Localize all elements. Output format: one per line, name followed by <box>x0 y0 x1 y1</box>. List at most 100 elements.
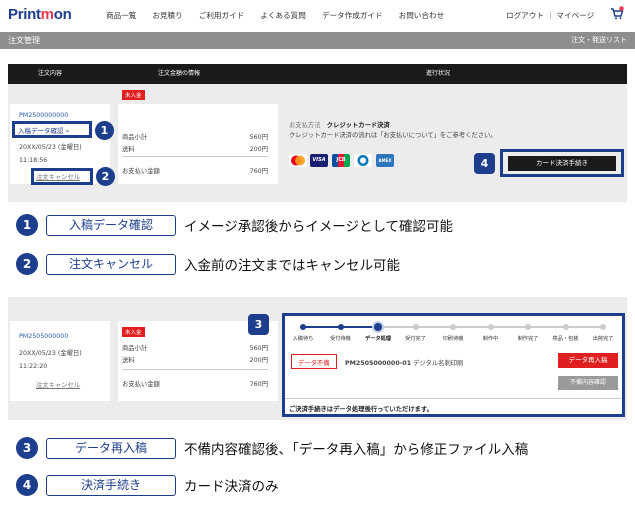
progress-step-dot <box>450 323 456 330</box>
subtotal-label: 商品小計 <box>122 345 148 352</box>
progress-step-label: 受付待機 <box>330 336 351 342</box>
order-date: 20XX/05/23 (金曜日) <box>19 144 82 151</box>
progress-line <box>528 326 566 328</box>
order-time: 11:22:20 <box>19 363 48 370</box>
legend-number: 1 <box>16 214 38 236</box>
legend-number: 4 <box>16 474 38 496</box>
cart-icon[interactable] <box>610 6 624 20</box>
progress-step-label: 印刷待機 <box>442 336 464 342</box>
callout-3: 3 <box>248 314 269 335</box>
legend-number: 2 <box>16 253 38 275</box>
data-flag: データ不備 <box>298 360 330 367</box>
progress-line <box>565 326 603 328</box>
order-info-card: PM2505000000 20XX/05/23 (金曜日) 11:22:20 注… <box>10 321 110 401</box>
legend-number: 3 <box>16 437 38 459</box>
progress-step-dot <box>374 322 382 331</box>
nav-item-data-guide[interactable]: データ作成ガイド <box>322 10 383 21</box>
order-number[interactable]: PM2500000000 <box>19 112 68 119</box>
order-number[interactable]: PM2505000000 <box>19 333 68 340</box>
cancel-order-link[interactable]: 注文キャンセル <box>36 172 80 181</box>
card-checkout-button[interactable]: カード決済手続き <box>508 156 616 171</box>
sub-header-bar: 注文管理 注文・発送リスト <box>0 32 635 49</box>
legend-label: 決済手続き <box>46 474 176 496</box>
progress-line <box>490 326 528 328</box>
jcb-icon: JCB <box>332 154 350 167</box>
progress-step-label: データ処理 <box>365 336 391 342</box>
shipping-label: 送料 <box>122 357 135 364</box>
total-label: お支払い金額 <box>122 381 160 388</box>
total-label: お支払い金額 <box>122 168 160 175</box>
mastercard-icon <box>289 154 307 167</box>
progress-line <box>340 326 378 328</box>
order-date: 20XX/05/23 (金曜日) <box>19 350 82 357</box>
column-order: 注文内容 <box>38 70 63 77</box>
confirm-data-link[interactable]: 入稿データ確認 ⌕ <box>18 125 69 136</box>
visa-icon: VISA <box>310 154 328 167</box>
page-title: 注文管理 <box>8 36 40 45</box>
order-time: 11:18:56 <box>19 157 48 164</box>
payment-note: クレジットカード決済の流れは「お支払いについて」をご参考ください。 <box>289 132 497 139</box>
progress-line <box>303 326 341 328</box>
progress-step-dot <box>562 323 569 330</box>
resubmit-data-button[interactable]: データ再入稿 <box>558 353 618 368</box>
column-status: 進行状況 <box>426 70 451 77</box>
legend-description: 不備内容確認後、「データ再入稿」から修正ファイル入稿 <box>184 442 529 458</box>
order-list-link[interactable]: 注文・発送リスト <box>571 35 627 45</box>
progress-step-dot <box>300 323 306 330</box>
progress-step-dot <box>525 323 531 330</box>
status-badge: 未入金 <box>122 90 145 100</box>
divider <box>285 398 622 399</box>
order-amount-card: 未入金 商品小計 560円 送料 200円 お支払い金額 760円 <box>118 90 278 184</box>
nav-item-contact[interactable]: お問い合わせ <box>399 10 445 21</box>
progress-step-label: 受付完了 <box>405 336 426 342</box>
callout-4: 4 <box>474 153 495 174</box>
legend-label: 注文キャンセル <box>46 253 176 275</box>
callout-1: 1 <box>95 121 114 140</box>
legend-row-1: 1 入稿データ確認 イメージ承認後からイメージとして確認可能 <box>16 213 453 237</box>
progress-step-dot <box>600 323 606 330</box>
legend-label: データ再入稿 <box>46 437 176 459</box>
cancel-order-link[interactable]: 注文キャンセル <box>36 380 80 389</box>
progress-line <box>415 326 453 328</box>
progress-step-dot <box>412 323 419 330</box>
column-amount: 注文金額の情報 <box>158 70 201 77</box>
progress-steps: 入稿待ち 受付待機 データ処理 受付完了 印刷待機 制作中 制作完了 検品・包装 出荷完了 <box>285 316 622 356</box>
progress-step-dot <box>337 323 344 330</box>
total-value: 760円 <box>249 168 268 175</box>
legend-description: イメージ承認後からイメージとして確認可能 <box>184 219 454 235</box>
divider <box>122 156 268 157</box>
order-panel-2: PM2505000000 20XX/05/23 (金曜日) 11:22:20 注… <box>8 297 627 420</box>
item-code: PM2505000000-01 デジタル名刺印刷 <box>345 360 464 367</box>
shipping-label: 送料 <box>122 146 135 153</box>
legend-row-4: 4 決済手続き カード決済のみ <box>16 473 279 497</box>
status-badge: 未入金 <box>122 327 145 337</box>
payment-method-label: お支払方法 クレジットカード決済 <box>289 122 390 129</box>
progress-line <box>378 326 416 328</box>
subtotal-value: 560円 <box>249 345 268 352</box>
legend-row-3: 3 データ再入稿 不備内容確認後、「データ再入稿」から修正ファイル入稿 <box>16 436 528 460</box>
subtotal-value: 560円 <box>249 134 268 141</box>
progress-step-dot <box>487 323 494 330</box>
total-value: 760円 <box>249 381 268 388</box>
logo[interactable]: Printmon <box>8 6 72 23</box>
legend-label: 入稿データ確認 <box>46 214 176 236</box>
amex-icon: AMEX <box>376 154 394 167</box>
nav-item-quote[interactable]: お見積り <box>152 10 182 21</box>
progress-step-label: 出荷完了 <box>592 336 614 342</box>
divider <box>122 369 268 370</box>
subtotal-label: 商品小計 <box>122 134 148 141</box>
nav-item-guide[interactable]: ご利用ガイド <box>199 10 245 21</box>
legend-description: 入金前の注文まではキャンセル可能 <box>184 258 400 274</box>
progress-line <box>453 326 491 328</box>
account-links[interactable]: ログアウト ｜ マイページ <box>506 10 594 21</box>
legend-row-2: 2 注文キャンセル 入金前の注文まではキャンセル可能 <box>16 252 400 276</box>
diners-icon <box>354 154 372 167</box>
column-header: 注文内容 注文金額の情報 進行状況 <box>8 64 627 84</box>
progress-step-label: 制作中 <box>482 336 499 342</box>
nav-item-products[interactable]: 商品一覧 <box>106 10 136 21</box>
callout-2: 2 <box>96 167 115 186</box>
legend-description: カード決済のみ <box>184 479 279 495</box>
progress-step-label: 入稿待ち <box>292 336 314 342</box>
defect-check-button[interactable]: 不備内容確認 <box>558 376 618 390</box>
nav-item-faq[interactable]: よくある質問 <box>260 10 306 21</box>
